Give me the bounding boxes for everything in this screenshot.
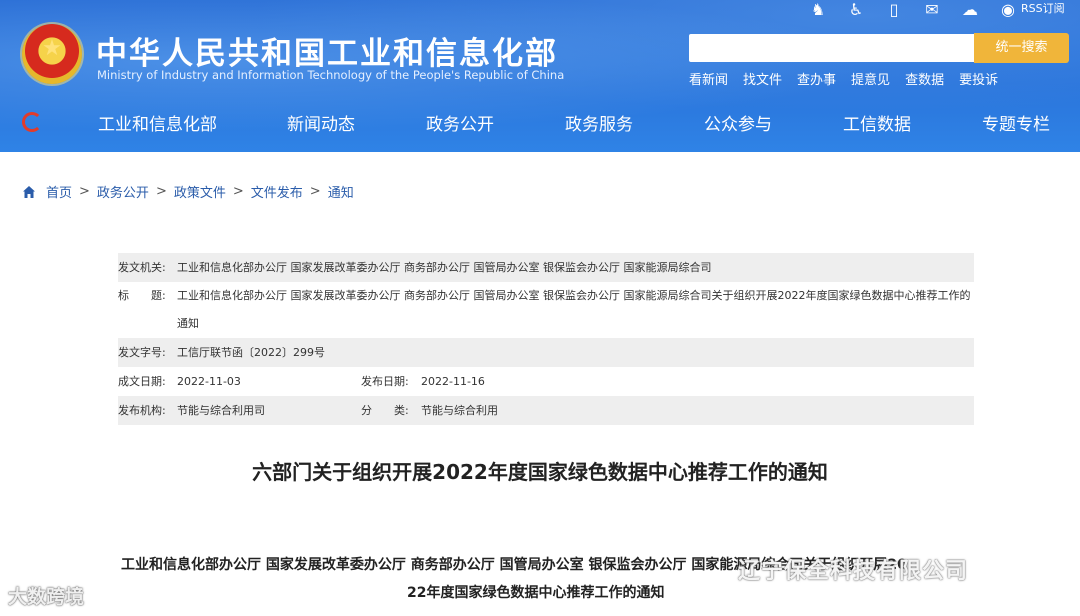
nav-logo-icon[interactable] (22, 112, 42, 132)
national-emblem-icon (22, 24, 82, 84)
weibo-icon[interactable]: ◉ (996, 2, 1020, 18)
meta-row-dates: 成文日期: 2022-11-03 发布日期: 2022-11-16 (118, 367, 974, 396)
title-label: 标 题: (118, 289, 166, 302)
meta-row-agency: 发布机构: 节能与综合利用司 分 类: 节能与综合利用 (118, 396, 974, 425)
site-subtitle: Ministry of Industry and Information Tec… (97, 68, 565, 82)
meta-row-doc-number: 发文字号: 工信厅联节函〔2022〕299号 (118, 338, 974, 367)
breadcrumb-separator: > (155, 184, 167, 199)
published-date-label: 发布日期: (361, 375, 409, 388)
breadcrumb: 首页 > 政务公开 > 政策文件 > 文件发布 > 通知 (22, 182, 354, 201)
quick-link-feedback[interactable]: 提意见 (851, 69, 890, 88)
robot-icon[interactable]: ♞ (806, 2, 830, 18)
issuer-value: 工业和信息化部办公厅 国家发展改革委办公厅 商务部办公厅 国管局办公室 银保监会… (177, 261, 712, 274)
nav-item-gov-affairs[interactable]: 政务公开 (426, 110, 494, 135)
wechat-icon[interactable]: ☁ (958, 2, 982, 18)
nav-item-participation[interactable]: 公众参与 (704, 110, 772, 135)
quick-links: 看新闻 找文件 查办事 提意见 查数据 要投诉 (689, 69, 998, 88)
site-header: 中华人民共和国工业和信息化部 Ministry of Industry and … (0, 0, 1080, 152)
breadcrumb-separator: > (309, 184, 321, 199)
nav-item-topics[interactable]: 专题专栏 (982, 110, 1050, 135)
quick-link-services[interactable]: 查办事 (797, 69, 836, 88)
created-date-label: 成文日期: (118, 375, 166, 388)
issuer-label: 发文机关: (118, 261, 166, 274)
quick-link-data[interactable]: 查数据 (905, 69, 944, 88)
meta-row-issuer: 发文机关: 工业和信息化部办公厅 国家发展改革委办公厅 商务部办公厅 国管局办公… (118, 253, 974, 282)
breadcrumb-policy-docs[interactable]: 政策文件 (174, 182, 226, 201)
site-title: 中华人民共和国工业和信息化部 (96, 36, 558, 72)
quick-link-news[interactable]: 看新闻 (689, 69, 728, 88)
breadcrumb-doc-release[interactable]: 文件发布 (251, 182, 303, 201)
agency-label: 发布机构: (118, 404, 166, 417)
breadcrumb-gov-affairs[interactable]: 政务公开 (97, 182, 149, 201)
published-date-value: 2022-11-16 (421, 375, 485, 388)
quick-link-complaint[interactable]: 要投诉 (959, 69, 998, 88)
search-button[interactable]: 统一搜索 (974, 33, 1069, 63)
category-label: 分 类: (361, 404, 409, 417)
title-value: 工业和信息化部办公厅 国家发展改革委办公厅 商务部办公厅 国管局办公室 银保监会… (177, 289, 971, 330)
accessibility-icon[interactable]: ♿ (844, 2, 868, 18)
category-value: 节能与综合利用 (421, 404, 498, 417)
nav-item-news[interactable]: 新闻动态 (287, 110, 355, 135)
breadcrumb-home[interactable]: 首页 (46, 182, 72, 201)
article-heading-line-2: 22年度国家绿色数据中心推荐工作的通知 (407, 585, 665, 601)
created-date-value: 2022-11-03 (177, 375, 241, 388)
home-icon[interactable] (22, 185, 36, 199)
rss-link[interactable]: RSS订阅 (1021, 0, 1065, 16)
article-title: 六部门关于组织开展2022年度国家绿色数据中心推荐工作的通知 (252, 460, 828, 484)
nav-item-data[interactable]: 工信数据 (843, 110, 911, 135)
breadcrumb-separator: > (79, 184, 90, 199)
quick-link-files[interactable]: 找文件 (743, 69, 782, 88)
breadcrumb-notice[interactable]: 通知 (328, 182, 354, 201)
breadcrumb-separator: > (232, 184, 244, 199)
watermark-left: 大数跨境 (8, 586, 85, 608)
mobile-icon[interactable]: ▯ (882, 2, 906, 18)
watermark-right: 辽宁保全科技有限公司 (738, 559, 969, 584)
doc-number-label: 发文字号: (118, 346, 166, 359)
top-icon-bar: ♞ ♿ ▯ ✉ ☁ ◉ (806, 0, 1020, 20)
search-input[interactable] (689, 34, 975, 62)
mail-icon[interactable]: ✉ (920, 2, 944, 18)
doc-number-value: 工信厅联节函〔2022〕299号 (177, 346, 325, 359)
document-meta-table: 发文机关: 工业和信息化部办公厅 国家发展改革委办公厅 商务部办公厅 国管局办公… (118, 253, 974, 425)
main-nav: 工业和信息化部 新闻动态 政务公开 政务服务 公众参与 工信数据 专题专栏 (0, 100, 1080, 144)
nav-item-gov-services[interactable]: 政务服务 (565, 110, 633, 135)
nav-item-ministry[interactable]: 工业和信息化部 (98, 110, 217, 135)
agency-value: 节能与综合利用司 (177, 404, 265, 417)
meta-row-title: 标 题: 工业和信息化部办公厅 国家发展改革委办公厅 商务部办公厅 国管局办公室… (118, 282, 974, 338)
